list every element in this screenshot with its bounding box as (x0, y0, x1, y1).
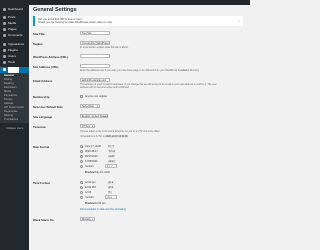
email-description-2: address will not become active until con… (80, 86, 130, 89)
time-format-code-1: g:i a (108, 181, 114, 184)
site-title-label: Site Title (33, 32, 45, 36)
time-preview-label: Preview: (85, 202, 96, 205)
submenu-translations[interactable]: Translations (4, 118, 18, 122)
date-format-radio-1[interactable] (80, 145, 83, 148)
page-title: General Settings (33, 7, 77, 13)
date-format-radio-custom[interactable] (80, 165, 83, 168)
membership-option: Anyone can register (85, 95, 108, 98)
admin-sidebar: Dashboard Posts Media Pages Comments App… (0, 5, 29, 250)
menu-tools[interactable]: Tools (0, 60, 29, 65)
date-format-option-4: 17/06/2020 (85, 160, 98, 163)
time-format-option-3: 12:00 (85, 191, 92, 194)
date-format-code-2: Y-m-d (108, 150, 116, 153)
time-format-label: Time Format (33, 181, 50, 185)
utc-time-value: 2020-10-15 12:00:00 (105, 135, 129, 138)
date-time-docs-link[interactable]: Documentation on date and time formattin… (80, 208, 126, 211)
membership-label: Membership (33, 95, 50, 99)
timezone-description: Choose either a city in the same timezon… (80, 130, 161, 133)
menu-comments[interactable]: Comments (0, 33, 29, 38)
menu-posts[interactable]: Posts (0, 15, 29, 20)
date-format-code-3: m/d/Y (108, 155, 116, 158)
date-format-label: Date Format (33, 145, 50, 149)
site-address-input[interactable] (80, 64, 110, 68)
date-format-radio-2[interactable] (80, 150, 83, 153)
date-format-option-custom: Custom: (85, 165, 95, 168)
time-format-option-2: 12:00 PM (85, 186, 96, 189)
date-format-option-3: 06/17/2020 (85, 155, 98, 158)
settings-icon (3, 68, 6, 71)
wrench-icon (3, 61, 6, 64)
site-language-select[interactable]: English (United States) (80, 114, 108, 118)
site-language-label: Site Language (33, 115, 53, 119)
week-starts-label: Week Starts On (33, 218, 54, 222)
default-role-select[interactable]: Subscriber (80, 104, 100, 108)
time-format-radio-custom[interactable] (80, 196, 83, 199)
comment-icon (3, 34, 6, 37)
time-preview-value: 12:00 pm (95, 202, 106, 205)
menu-pages[interactable]: Pages (0, 27, 29, 32)
date-format-option-2: 2020-06-17 (85, 150, 98, 153)
collapse-menu-button[interactable]: Collapse menu (6, 127, 23, 131)
tagline-description: In a few words, explain what this site i… (80, 46, 129, 49)
site-address-label: Site Address (URL) (33, 65, 59, 69)
tagline-label: Tagline (33, 42, 43, 46)
plugin-icon (3, 49, 6, 52)
page-icon (3, 28, 6, 31)
date-format-radio-3[interactable] (80, 155, 83, 158)
date-preview-value: July 16, 2020 (95, 171, 110, 174)
site-title-input[interactable]: Test Site (80, 31, 110, 35)
dashboard-icon (3, 8, 6, 11)
date-format-option-1: June 17, 2020 (85, 145, 101, 148)
settings-submenu: General Writing Reading Discussion Media… (0, 73, 29, 123)
brush-icon (3, 43, 6, 46)
wp-address-label: WordPress Address (URL) (33, 55, 68, 59)
media-icon (3, 22, 6, 25)
time-format-code-3: H:i (108, 191, 112, 194)
date-preview-label: Preview: (85, 171, 96, 174)
notice-line-2: Thank you for helping to make WordPress … (38, 21, 113, 24)
time-format-code-2: g:i A (108, 186, 114, 189)
menu-plugins[interactable]: Plugins (0, 48, 29, 53)
user-icon (3, 55, 6, 58)
wp-address-input[interactable] (80, 54, 110, 58)
utc-time-label: Universal time (UTC) is (80, 135, 105, 138)
email-label: Email Address (33, 79, 53, 83)
time-format-radio-1[interactable] (80, 181, 83, 184)
time-format-custom-input[interactable]: g:i a (105, 195, 117, 199)
date-format-custom-input[interactable]: F j, Y (105, 164, 117, 168)
membership-checkbox[interactable] (80, 95, 83, 98)
menu-dashboard[interactable]: Dashboard (0, 7, 29, 12)
site-address-description: Enter the address here if you want your … (80, 69, 200, 72)
time-format-radio-2[interactable] (80, 186, 83, 189)
default-role-label: New User Default Role (33, 105, 63, 109)
menu-appearance[interactable]: Appearance (0, 42, 29, 47)
timezone-select[interactable]: UTC+0 (80, 124, 95, 128)
email-input[interactable]: admin@example.com (80, 78, 110, 82)
date-format-radio-4[interactable] (80, 160, 83, 163)
timezone-label: Timezone (33, 125, 46, 129)
date-format-code-1: F j, Y (108, 145, 115, 148)
time-format-radio-3[interactable] (80, 191, 83, 194)
menu-users[interactable]: Users (0, 54, 29, 59)
menu-media[interactable]: Media (0, 21, 29, 26)
time-format-option-custom: Custom: (85, 196, 95, 199)
notice-box: Did you know that WP is free to use? Tha… (33, 16, 243, 26)
pin-icon (3, 16, 6, 19)
date-format-code-4: d/m/Y (108, 160, 116, 163)
week-starts-select[interactable]: Monday (80, 217, 95, 221)
settings-main: General Settings Did you know that WP is… (33, 5, 247, 250)
tagline-input[interactable]: Just another WordPress site (80, 41, 110, 45)
time-format-option-1: 12:00 pm (85, 181, 96, 184)
close-icon[interactable]: × (237, 19, 241, 23)
